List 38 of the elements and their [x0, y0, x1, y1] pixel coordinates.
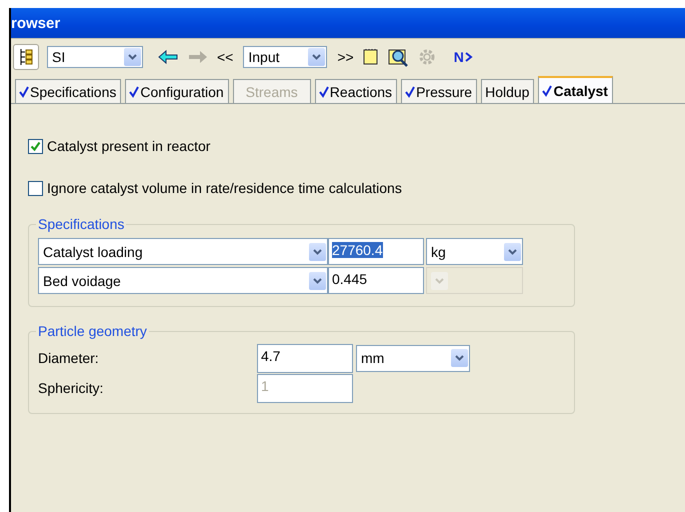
- value-field[interactable]: 27760.4: [328, 238, 424, 265]
- tab[interactable]: Configuration: [125, 79, 229, 103]
- check-icon: [318, 86, 329, 98]
- field-label: Diameter:: [38, 350, 100, 366]
- next-form-button[interactable]: N: [454, 49, 473, 65]
- arrowhead-icon: [464, 52, 473, 62]
- unit-dropdown[interactable]: kg: [426, 238, 523, 265]
- field-label: Sphericity:: [38, 380, 104, 396]
- back-arrow-icon[interactable]: [157, 49, 179, 65]
- check-icon: [129, 86, 140, 98]
- tab[interactable]: Reactions: [314, 79, 398, 103]
- previous-button[interactable]: <<: [217, 49, 234, 65]
- check-icon: [19, 86, 29, 98]
- value-field[interactable]: 0.445: [328, 267, 424, 294]
- tab[interactable]: Specifications: [15, 79, 122, 103]
- next-button[interactable]: >>: [337, 49, 354, 65]
- checkbox-label: Catalyst present in reactor: [47, 138, 210, 154]
- checkbox[interactable]: [28, 180, 43, 196]
- magnifier-icon[interactable]: [388, 47, 410, 67]
- units-dropdown[interactable]: SI: [47, 46, 143, 68]
- notebook-icon[interactable]: [362, 48, 380, 66]
- window-title: rowser: [11, 14, 60, 32]
- check-icon: [542, 84, 552, 96]
- checkbox[interactable]: [28, 138, 43, 154]
- specification-dropdown[interactable]: Catalyst loading: [38, 238, 328, 265]
- tab[interactable]: Pressure: [401, 79, 478, 103]
- view-dropdown[interactable]: Input: [243, 46, 328, 68]
- group-title: Specifications: [37, 216, 126, 232]
- unit-dropdown[interactable]: mm: [356, 344, 470, 372]
- value-field[interactable]: 4.7: [257, 344, 353, 372]
- tree-icon: [18, 48, 34, 66]
- checkbox-label: Ignore catalyst volume in rate/residence time calculations: [47, 180, 402, 196]
- group-title: Particle geometry: [37, 323, 148, 339]
- tab[interactable]: Catalyst: [538, 76, 613, 103]
- tab[interactable]: Holdup: [481, 79, 534, 103]
- tree-view-button[interactable]: [13, 44, 39, 70]
- specification-dropdown[interactable]: Bed voidage: [38, 267, 328, 294]
- check-icon: [405, 86, 416, 98]
